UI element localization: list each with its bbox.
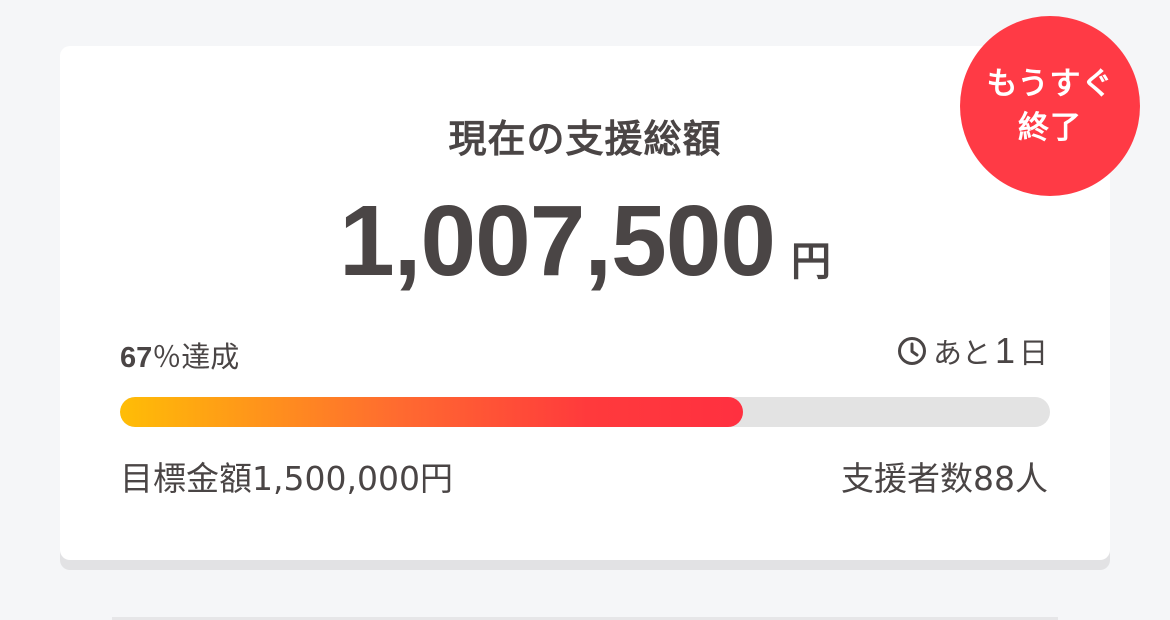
- clock-icon: [897, 336, 927, 366]
- achievement-suffix: ％達成: [152, 340, 240, 374]
- remaining-days: 1: [994, 330, 1015, 371]
- total-amount-currency: 円: [790, 239, 831, 285]
- remaining-prefix: あと: [932, 336, 991, 370]
- total-support-title: 現在の支援総額: [448, 117, 722, 161]
- goal-amount: 目標金額1,500,000円: [120, 459, 453, 498]
- ending-soon-line2: 終了: [1018, 110, 1082, 146]
- supporter-count: 支援者数88人: [841, 459, 1048, 498]
- progress-bar: [120, 397, 1050, 427]
- total-amount-value: 1,007,500: [339, 185, 776, 297]
- funding-summary-card: 現在の支援総額 1,007,500 円 67％達成 あと 1 日 目標金額1,500,…: [60, 46, 1110, 560]
- ending-soon-badge: もうすぐ 終了: [960, 16, 1140, 196]
- progress-bar-fill: [120, 397, 744, 427]
- achievement-percent: 67: [120, 342, 153, 374]
- total-amount: 1,007,500 円: [60, 184, 1110, 299]
- ending-soon-line1: もうすぐ: [986, 66, 1114, 102]
- remaining-unit: 日: [1018, 336, 1048, 370]
- achievement-rate: 67％達成: [120, 334, 239, 376]
- time-remaining: あと 1 日: [897, 330, 1048, 372]
